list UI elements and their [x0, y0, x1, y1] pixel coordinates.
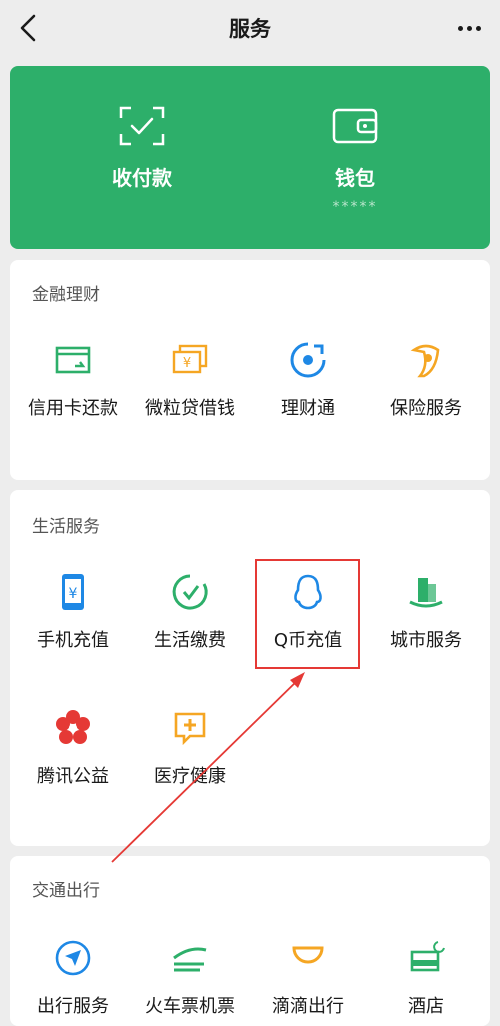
service-label: 腾讯公益: [37, 766, 109, 787]
service-label: 手机充值: [37, 630, 109, 651]
wealth-icon: [290, 342, 326, 378]
service-train-flight[interactable]: 火车票机票: [130, 938, 250, 1018]
mobile-topup-icon: ¥: [62, 574, 84, 610]
service-label: 理财通: [281, 398, 335, 419]
section-title-finance: 金融理财: [32, 285, 100, 305]
travel-section: 交通出行 出行服务 火车票机票 滴滴出行 酒店: [10, 856, 490, 1026]
service-label: 酒店: [408, 996, 444, 1017]
charity-flower-icon: [56, 710, 90, 744]
highlight-box: [255, 559, 360, 669]
wallet-icon: [332, 108, 378, 144]
service-medical[interactable]: 医疗健康: [130, 708, 250, 788]
service-label: 保险服务: [390, 398, 462, 419]
service-credit-card-repay[interactable]: 信用卡还款: [13, 340, 133, 420]
scan-pay-icon: [119, 106, 165, 146]
service-licaitong[interactable]: 理财通: [248, 340, 368, 420]
page-title: 服务: [229, 17, 271, 41]
service-trip[interactable]: 出行服务: [13, 938, 133, 1018]
service-label: 医疗健康: [154, 766, 226, 787]
service-city[interactable]: 城市服务: [366, 572, 486, 652]
service-label: 信用卡还款: [28, 398, 118, 419]
service-label: 微粒贷借钱: [145, 398, 235, 419]
pay-receive-button[interactable]: 收付款: [62, 106, 222, 191]
service-mobile-topup[interactable]: ¥ 手机充值: [13, 572, 133, 652]
wallet-label: 钱包: [335, 166, 375, 190]
section-title-life: 生活服务: [32, 517, 100, 537]
cash-icon: ¥: [172, 344, 208, 374]
service-insurance[interactable]: 保险服务: [366, 340, 486, 420]
navigation-icon: [55, 940, 91, 976]
wallet-balance-masked: *****: [332, 199, 378, 215]
svg-text:¥: ¥: [183, 356, 191, 371]
back-chevron-icon[interactable]: [14, 12, 44, 44]
medical-icon: [174, 712, 206, 746]
svg-text:¥: ¥: [69, 586, 78, 602]
finance-section: 金融理财 信用卡还款 ¥ 微粒贷借钱 理财通 保险服务: [10, 260, 490, 480]
service-didi[interactable]: 滴滴出行: [248, 938, 368, 1018]
life-services-section: 生活服务 ¥ 手机充值 生活缴费 Q币充值 城市服务 腾讯公益 医疗健康: [10, 490, 490, 846]
train-icon: [173, 947, 207, 972]
section-title-travel: 交通出行: [32, 881, 100, 901]
service-label: 出行服务: [37, 996, 109, 1017]
service-label: 滴滴出行: [272, 996, 344, 1017]
pay-receive-label: 收付款: [112, 166, 172, 190]
service-label: 城市服务: [390, 630, 462, 651]
service-utility-payment[interactable]: 生活缴费: [130, 572, 250, 652]
service-label: 火车票机票: [145, 996, 235, 1017]
service-tencent-charity[interactable]: 腾讯公益: [13, 708, 133, 788]
service-label: 生活缴费: [154, 630, 226, 651]
payment-wallet-panel: 收付款 钱包 *****: [10, 66, 490, 249]
more-dots-icon[interactable]: [452, 14, 486, 42]
didi-icon: [292, 946, 324, 964]
hotel-icon: [410, 941, 445, 972]
navigation-bar: 服务: [0, 0, 500, 56]
wallet-button[interactable]: 钱包 *****: [275, 106, 435, 215]
credit-card-icon: [55, 346, 91, 374]
service-weilidai[interactable]: ¥ 微粒贷借钱: [130, 340, 250, 420]
city-icon: [409, 578, 443, 608]
service-hotel[interactable]: 酒店: [366, 938, 486, 1018]
insurance-icon: [410, 344, 440, 378]
utility-icon: [172, 574, 208, 610]
